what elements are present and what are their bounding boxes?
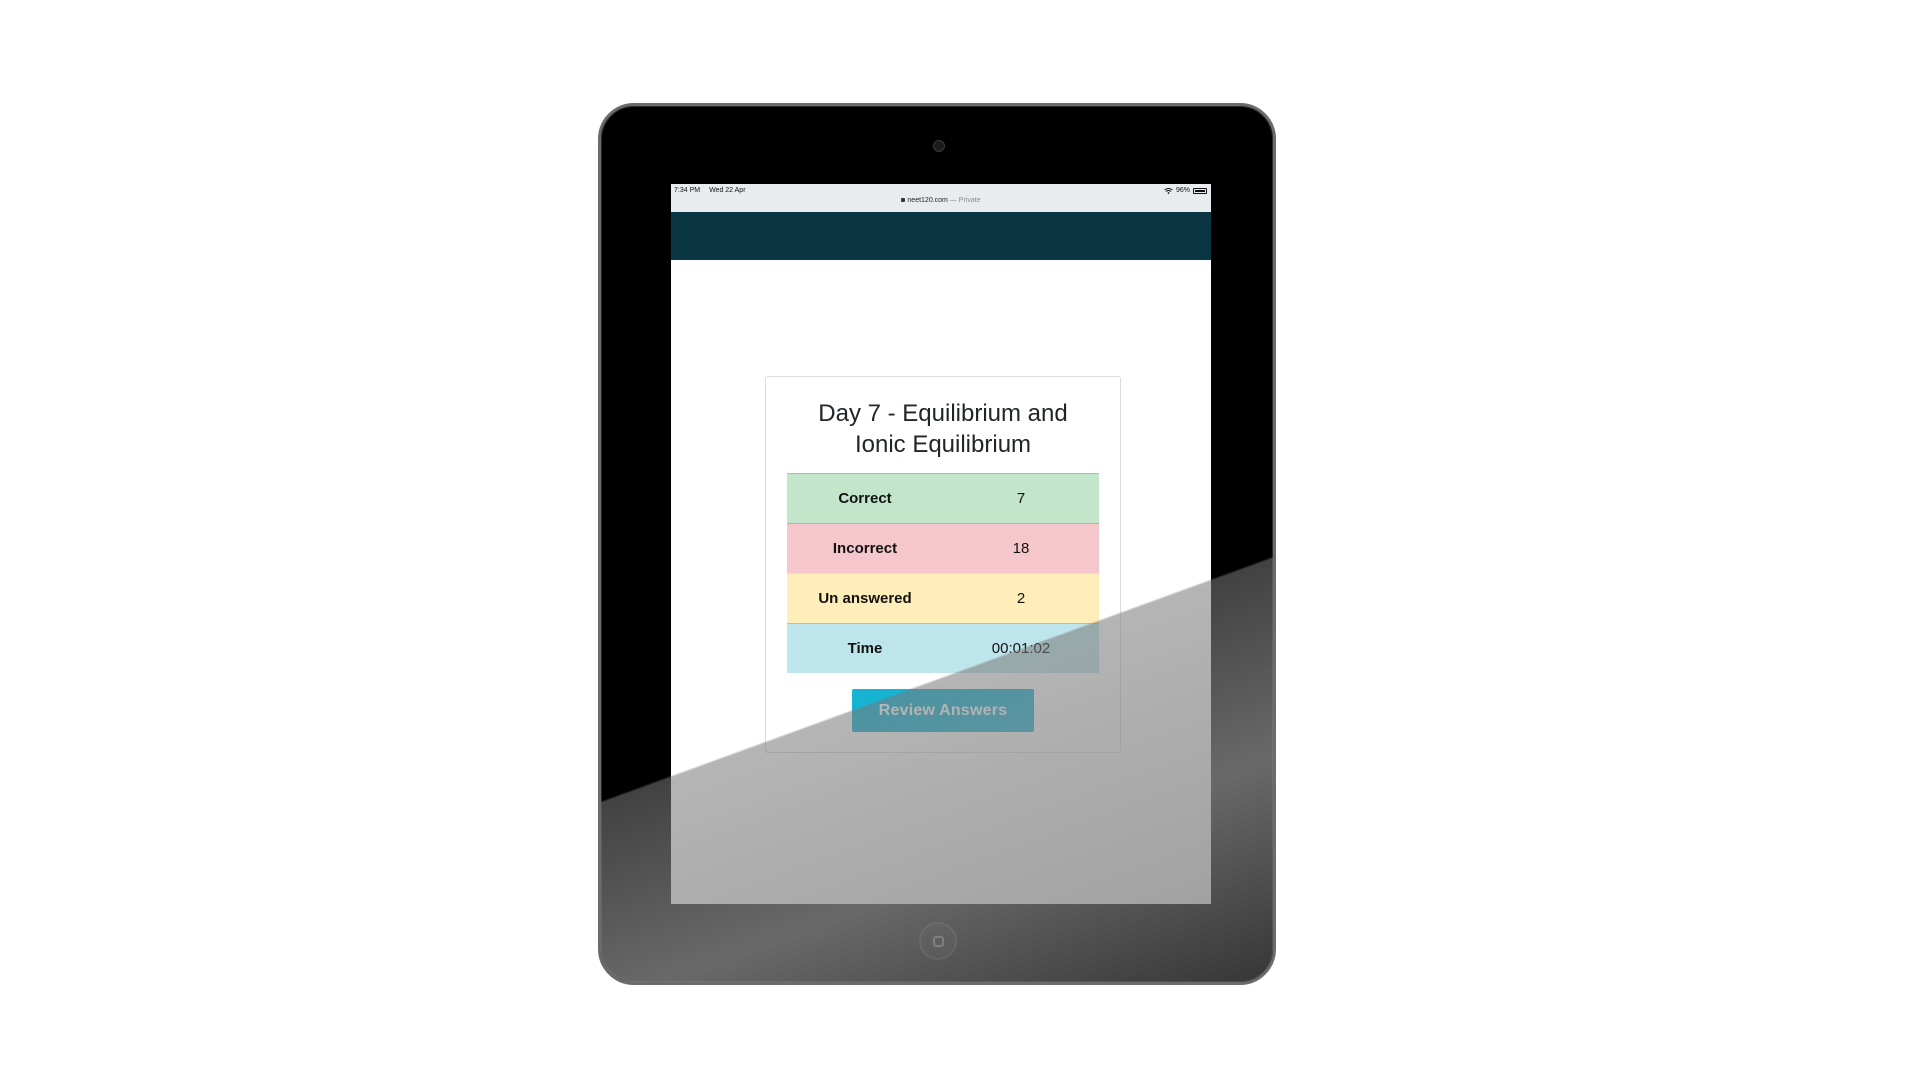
battery-percent: 96% <box>1175 187 1190 194</box>
ipad-device-frame: 7:34 PM Wed 22 Apr 96% neet120.com — Priv… <box>598 103 1276 985</box>
table-row-time: Time 00:01:02 <box>787 623 1099 673</box>
incorrect-value: 18 <box>943 523 1099 574</box>
status-time: 7:34 PM <box>674 187 701 194</box>
table-row-incorrect: Incorrect 18 <box>787 523 1099 574</box>
status-right: 96% <box>1164 187 1207 194</box>
unanswered-value: 2 <box>943 573 1099 624</box>
home-button-icon <box>932 935 944 947</box>
camera-icon <box>933 140 945 152</box>
result-title: Day 7 - Equilibrium and Ionic Equilibriu… <box>818 400 1068 458</box>
ipad-screen: 7:34 PM Wed 22 Apr 96% neet120.com — Priv… <box>671 184 1211 904</box>
status-date: Wed 22 Apr <box>709 187 746 194</box>
address-url: neet120.com <box>907 197 948 204</box>
battery-icon <box>1193 187 1207 194</box>
review-answers-button[interactable]: Review Answers <box>852 689 1034 732</box>
time-value: 00:01:02 <box>943 623 1099 673</box>
stage: 7:34 PM Wed 22 Apr 96% neet120.com — Priv… <box>0 0 1920 1080</box>
lock-icon <box>901 198 906 202</box>
wifi-icon <box>1164 187 1173 194</box>
status-left: 7:34 PM Wed 22 Apr <box>674 187 755 194</box>
result-card: Day 7 - Equilibrium and Ionic Equilibriu… <box>765 376 1121 753</box>
address-bar[interactable]: neet120.com — Private <box>671 197 1211 204</box>
private-label: — Private <box>949 197 981 204</box>
site-header <box>671 212 1211 260</box>
incorrect-label: Incorrect <box>787 523 943 574</box>
correct-value: 7 <box>943 473 1099 524</box>
table-row-correct: Correct 7 <box>787 473 1099 524</box>
battery-fill <box>1195 189 1205 192</box>
status-bar: 7:34 PM Wed 22 Apr 96% neet120.com — Priv… <box>671 184 1211 212</box>
home-button[interactable] <box>919 922 957 960</box>
unanswered-label: Un answered <box>787 573 943 624</box>
table-row-unanswered: Un answered 2 <box>787 573 1099 624</box>
correct-label: Correct <box>787 473 943 524</box>
time-label: Time <box>787 623 943 673</box>
result-table: Correct 7 Incorrect 18 Un answered 2 Tim… <box>787 473 1099 673</box>
